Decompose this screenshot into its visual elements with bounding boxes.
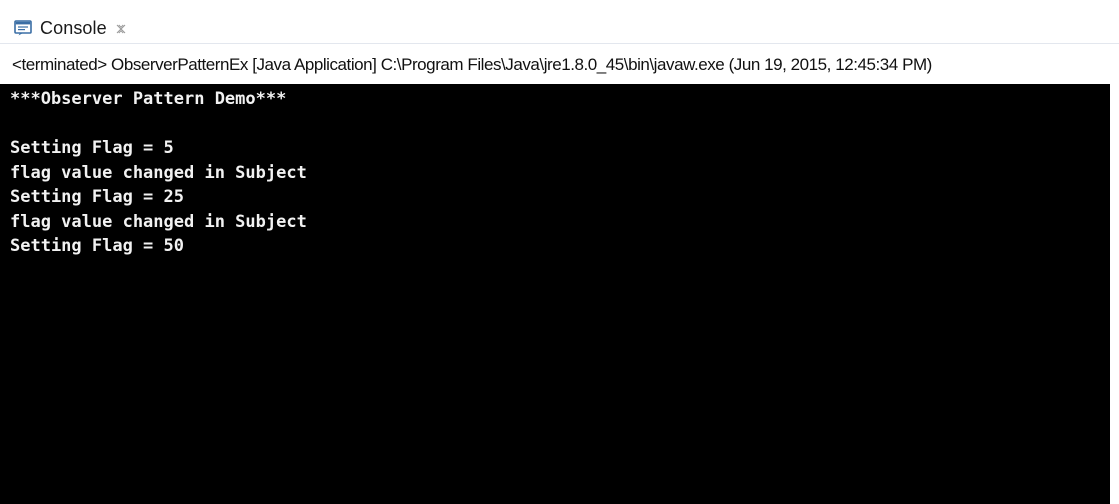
console-output[interactable]: ***Observer Pattern Demo*** Setting Flag… <box>0 84 1110 504</box>
process-status-line: <terminated> ObserverPatternEx [Java App… <box>12 55 932 74</box>
console-icon <box>14 19 32 37</box>
tab-console-label: Console <box>40 17 107 38</box>
console-view: Console <terminated> ObserverPatternEx [… <box>0 0 1119 504</box>
close-icon[interactable] <box>114 22 128 36</box>
console-line: flag value changed in Subject <box>10 162 307 183</box>
right-gutter <box>1110 84 1119 504</box>
console-line: Setting Flag = 5 <box>10 138 174 158</box>
console-line: Setting Flag = 50 <box>10 236 184 256</box>
console-line: ***Observer Pattern Demo*** <box>10 89 287 109</box>
tab-bar: Console <box>0 0 1119 44</box>
console-line: flag value changed in Subject <box>10 211 307 232</box>
console-line: Setting Flag = 25 <box>10 187 184 207</box>
tab-console[interactable]: Console <box>14 16 128 40</box>
